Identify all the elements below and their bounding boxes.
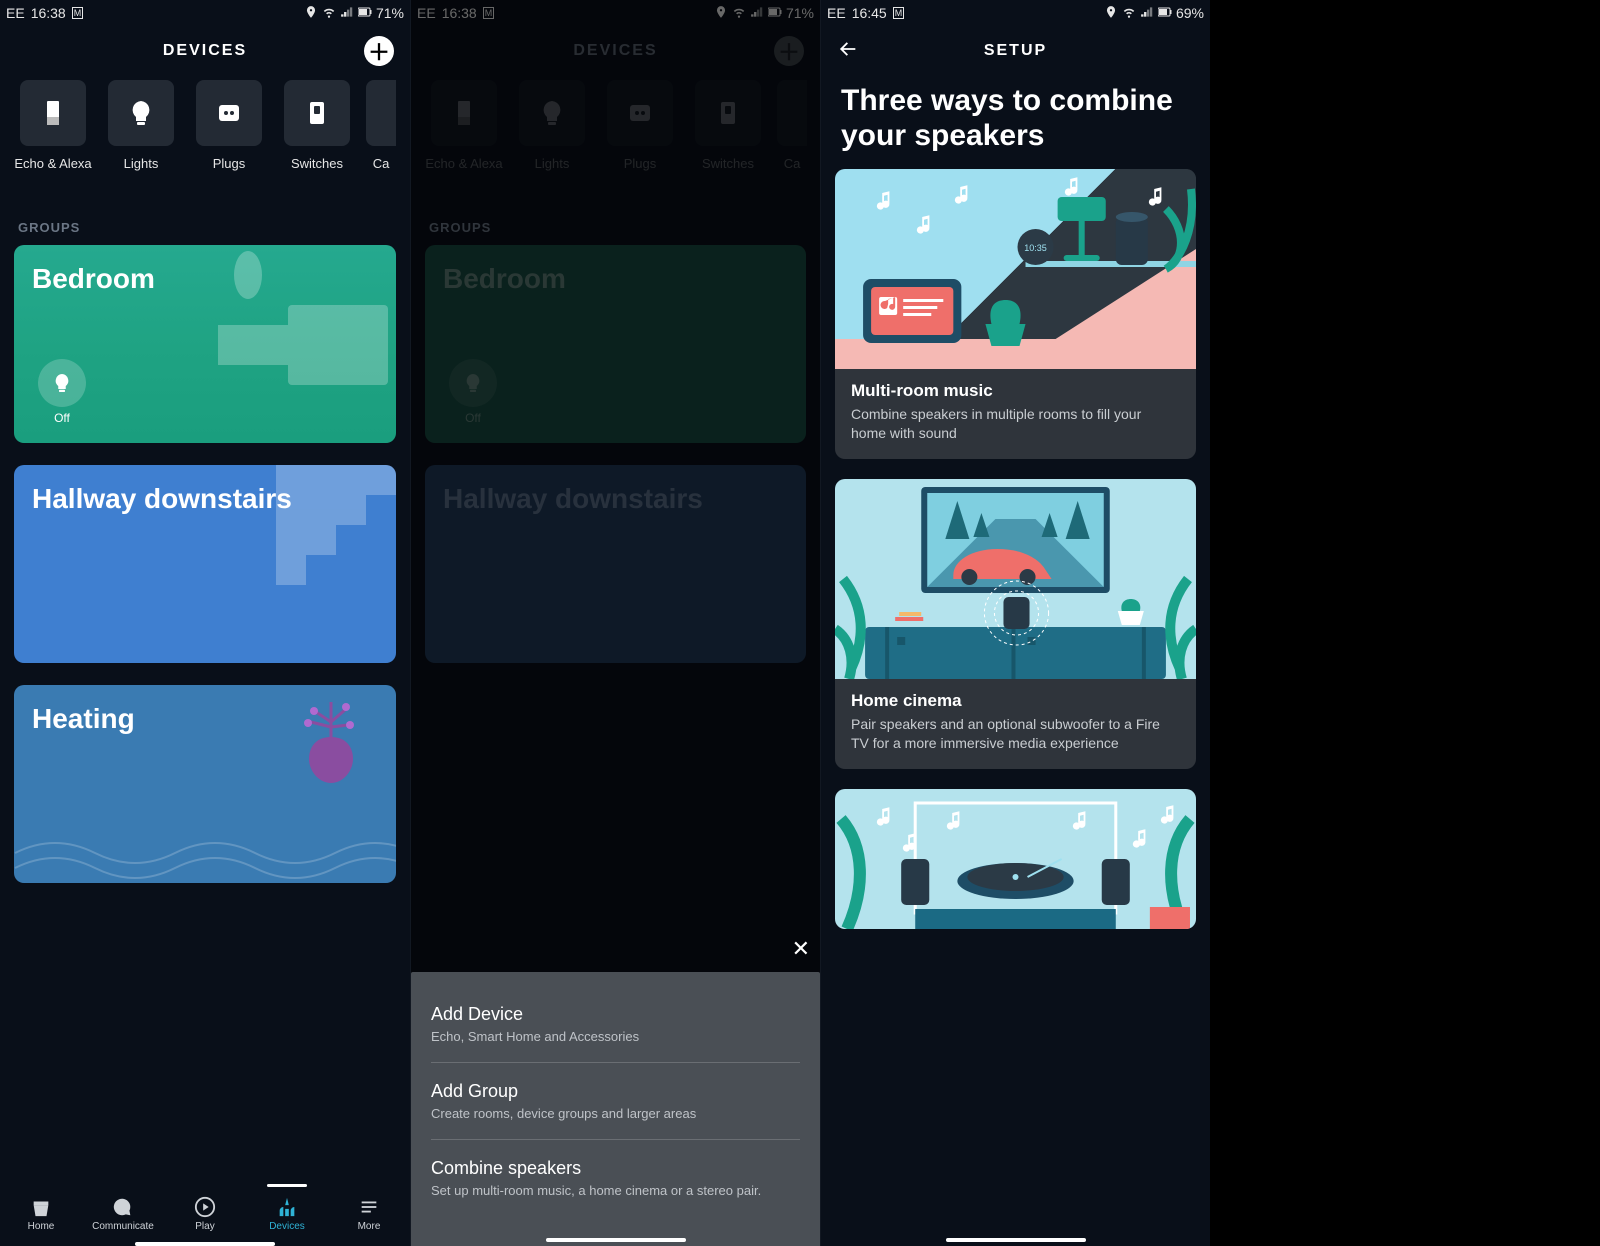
add-bottom-sheet: ✕ Add Device Echo, Smart Home and Access… [411,972,820,1246]
nav-play[interactable]: Play [170,1182,240,1246]
category-switches[interactable]: Switches [278,80,356,204]
group-card-bedroom[interactable]: Bedroom Off [14,245,396,443]
gmail-icon: M [893,7,905,19]
battery-icon [1158,5,1172,22]
more-icon [358,1196,380,1218]
nav-devices[interactable]: Devices [252,1182,322,1246]
status-time: 16:45 [852,5,887,21]
stereo-pair-illustration [835,789,1196,929]
option-desc: Combine speakers in multiple rooms to fi… [851,405,1180,443]
home-indicator [546,1238,686,1242]
home-icon [30,1196,52,1218]
home-indicator [135,1242,275,1246]
wifi-icon [322,5,336,22]
switch-icon [301,97,333,129]
devices-icon [276,1196,298,1218]
status-carrier: EE [827,5,846,21]
option-card-home-cinema[interactable]: Home cinema Pair speakers and an optiona… [835,479,1196,769]
echo-icon [37,97,69,129]
status-bar: EE 16:45 M 69% [821,0,1210,26]
wave-illustration [14,823,396,883]
page-title: SETUP [984,42,1047,60]
category-plugs[interactable]: Plugs [190,80,268,204]
categories-scroller[interactable]: Echo & Alexa Lights Plugs Switches Ca [0,80,410,204]
vase-illustration [296,697,366,787]
sheet-item-combine-speakers[interactable]: Combine speakers Set up multi-room music… [431,1140,800,1216]
bulb-icon [50,371,74,395]
close-icon[interactable]: ✕ [792,936,810,962]
wifi-icon [1122,5,1136,22]
play-icon [194,1196,216,1218]
group-light-toggle[interactable]: Off [38,359,86,425]
app-header: DEVICES ＋ [0,26,410,76]
nav-more[interactable]: More [334,1182,404,1246]
category-lights[interactable]: Lights [102,80,180,204]
svg-text:10:35: 10:35 [1024,243,1047,253]
back-button[interactable] [837,38,859,65]
bottom-nav: Home Communicate Play Devices More [0,1178,410,1246]
signal-icon [340,5,354,22]
signal-icon [1140,5,1154,22]
home-indicator [946,1238,1086,1242]
option-card-multi-room-music[interactable]: 10:35 Multi-room music Combine speakers … [835,169,1196,459]
screen-devices-add-menu: EE 16:38 M 71% DEVICES ＋ Echo & Alexa Li… [410,0,820,1246]
category-echo-alexa[interactable]: Echo & Alexa [14,80,92,204]
home-cinema-illustration [835,479,1196,679]
sheet-item-add-device[interactable]: Add Device Echo, Smart Home and Accessor… [431,986,800,1063]
group-card-hallway[interactable]: Hallway downstairs [14,465,396,663]
status-battery: 69% [1176,5,1204,21]
option-desc: Pair speakers and an optional subwoofer … [851,715,1180,753]
gmail-icon: M [72,7,84,19]
status-time: 16:38 [31,5,66,21]
add-button[interactable]: ＋ [364,36,394,66]
option-card-stereo-pair[interactable] [835,789,1196,929]
group-card-heating[interactable]: Heating [14,685,396,883]
bulb-icon [125,97,157,129]
battery-icon [358,5,372,22]
nav-indicator-pill [267,1184,307,1187]
setup-heading: Three ways to combine your speakers [821,76,1210,169]
groups-section-label: GROUPS [0,204,410,245]
page-title: DEVICES [163,42,247,60]
location-icon [304,5,318,22]
status-battery: 71% [376,5,404,21]
screen-combine-speakers-setup: EE 16:45 M 69% SETUP Three ways to combi… [820,0,1210,1246]
category-cameras[interactable]: Ca [366,80,396,204]
bedroom-illustration [208,245,388,443]
multi-room-illustration: 10:35 [835,169,1196,369]
location-icon [1104,5,1118,22]
sheet-item-add-group[interactable]: Add Group Create rooms, device groups an… [431,1063,800,1140]
arrow-left-icon [837,38,859,60]
status-bar: EE 16:38 M 71% [0,0,410,26]
status-carrier: EE [6,5,25,21]
option-title: Home cinema [851,691,1180,711]
stairs-illustration [276,465,396,663]
option-title: Multi-room music [851,381,1180,401]
screen-devices: EE 16:38 M 71% DEVICES ＋ Echo & Alexa Li… [0,0,410,1246]
app-header: SETUP [821,26,1210,76]
plug-icon [213,97,245,129]
chat-icon [112,1196,134,1218]
nav-communicate[interactable]: Communicate [88,1182,158,1246]
nav-home[interactable]: Home [6,1182,76,1246]
